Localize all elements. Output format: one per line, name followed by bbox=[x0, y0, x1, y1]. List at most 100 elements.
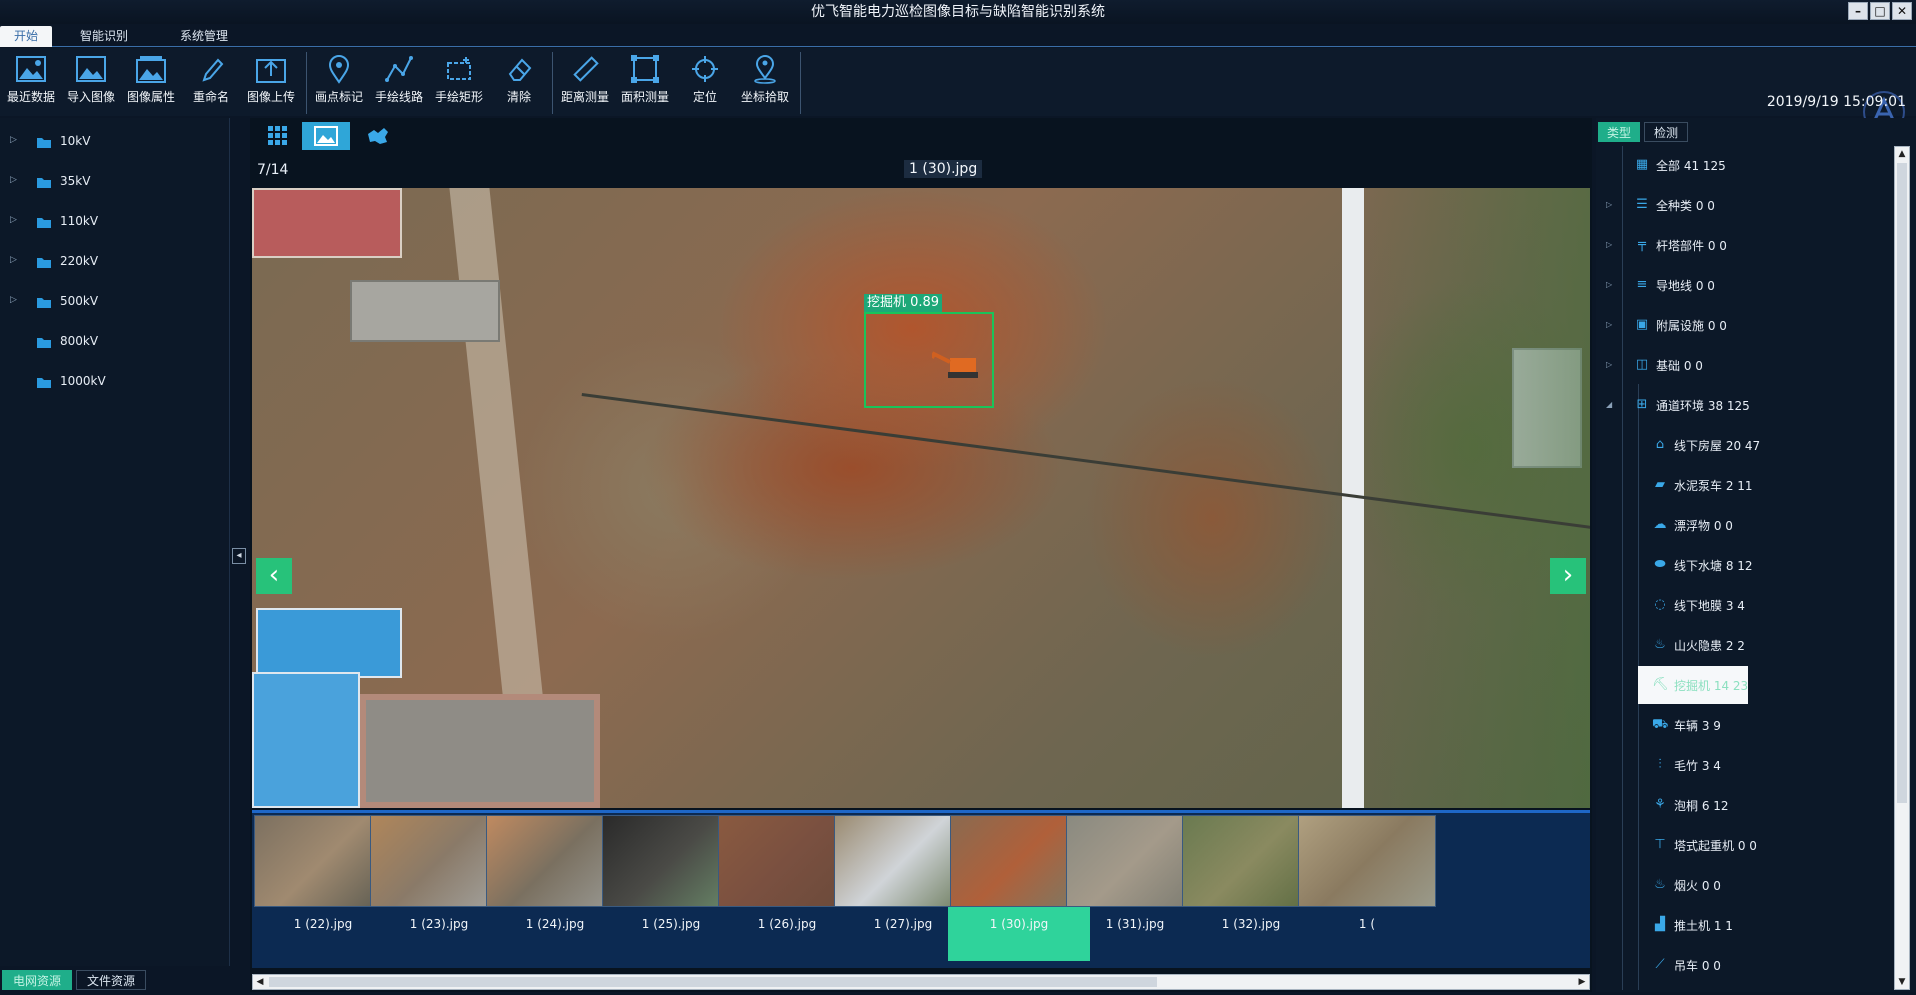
single-image-view-button[interactable] bbox=[302, 122, 350, 150]
category-item[interactable]: ⬬ 线下水塘 8 12 bbox=[1596, 546, 1896, 584]
next-image-button[interactable]: › bbox=[1550, 558, 1586, 594]
category-label: 毛竹 3 4 bbox=[1674, 759, 1721, 773]
scroll-up-arrow[interactable]: ▲ bbox=[1895, 147, 1909, 161]
image-upload-button[interactable]: 图像上传 bbox=[242, 52, 300, 112]
tree-item-10kv[interactable]: ▷ 10kV bbox=[0, 122, 220, 162]
scroll-left-arrow[interactable]: ◀ bbox=[253, 975, 267, 989]
expand-arrow-icon[interactable]: ▷ bbox=[10, 135, 17, 145]
category-item[interactable]: ☁ 漂浮物 0 0 bbox=[1596, 506, 1896, 544]
category-item[interactable]: ⛏ 挖掘机 14 23 bbox=[1596, 666, 1896, 704]
expand-arrow-icon[interactable]: ▷ bbox=[10, 175, 17, 185]
tree-item-label: 1000kV bbox=[60, 374, 106, 388]
scrollbar-thumb[interactable] bbox=[269, 977, 1157, 987]
category-item[interactable]: ⌂ 线下房屋 20 47 bbox=[1596, 426, 1896, 464]
coordinate-pick-button[interactable]: 坐标拾取 bbox=[736, 52, 794, 112]
thumbnail-scrollbar[interactable]: ◀ ▶ bbox=[252, 974, 1590, 990]
image-icon bbox=[314, 126, 338, 146]
minimize-button[interactable]: – bbox=[1848, 2, 1868, 20]
scrollbar-thumb[interactable] bbox=[1897, 163, 1907, 803]
scroll-right-arrow[interactable]: ▶ bbox=[1575, 975, 1589, 989]
category-scrollbar[interactable]: ▲ ▼ bbox=[1894, 146, 1910, 990]
category-label: 线下房屋 20 47 bbox=[1674, 439, 1761, 453]
category-label: 杆塔部件 0 0 bbox=[1656, 239, 1727, 253]
tree-item-label: 110kV bbox=[60, 214, 99, 228]
tab-detect[interactable]: 检测 bbox=[1644, 122, 1688, 142]
category-label: 烟火 0 0 bbox=[1674, 879, 1721, 893]
tree-item-800kv[interactable]: 800kV bbox=[0, 322, 220, 362]
inspection-photo[interactable]: 挖掘机 0.89 ‹ › bbox=[252, 188, 1590, 808]
tab-type[interactable]: 类型 bbox=[1598, 122, 1640, 142]
tree-item-500kv[interactable]: ▷ 500kV bbox=[0, 282, 220, 322]
category-item[interactable]: ▷ ▣ 附属设施 0 0 bbox=[1596, 306, 1896, 344]
image-properties-button[interactable]: 图像属性 bbox=[122, 52, 180, 112]
tab-grid-resources[interactable]: 电网资源 bbox=[2, 970, 72, 990]
category-item[interactable]: ⊤ 塔式起重机 0 0 bbox=[1596, 826, 1896, 864]
category-item[interactable]: ⚘ 泡桐 6 12 bbox=[1596, 786, 1896, 824]
category-item[interactable]: ▷ ☰ 全种类 0 0 bbox=[1596, 186, 1896, 224]
distance-measure-button[interactable]: 距离测量 bbox=[556, 52, 614, 112]
expand-arrow-icon[interactable]: ▷ bbox=[10, 255, 17, 265]
prev-image-button[interactable]: ‹ bbox=[256, 558, 292, 594]
category-item[interactable]: ▟ 推土机 1 1 bbox=[1596, 906, 1896, 944]
expand-arrow-icon[interactable]: ◢ bbox=[1606, 400, 1612, 409]
expand-arrow-icon[interactable]: ▷ bbox=[1606, 240, 1612, 249]
tree-item-label: 500kV bbox=[60, 294, 99, 308]
draw-rect-button[interactable]: 手绘矩形 bbox=[430, 52, 488, 112]
collapse-panel-button[interactable]: ◂ bbox=[232, 548, 246, 564]
rename-button[interactable]: 重命名 bbox=[182, 52, 240, 112]
maximize-button[interactable]: □ bbox=[1870, 2, 1890, 20]
tree-item-1000kv[interactable]: 1000kV bbox=[0, 362, 220, 402]
expand-arrow-icon[interactable]: ▷ bbox=[1606, 360, 1612, 369]
category-item[interactable]: ▷ ≡ 导地线 0 0 bbox=[1596, 266, 1896, 304]
category-label: 吊车 0 0 bbox=[1674, 959, 1721, 973]
category-item[interactable]: ♨ 烟火 0 0 bbox=[1596, 866, 1896, 904]
expand-arrow-icon[interactable]: ▷ bbox=[10, 215, 17, 225]
menu-tab-recognition[interactable]: 智能识别 bbox=[64, 26, 144, 47]
category-item[interactable]: ⛟ 车辆 3 9 bbox=[1596, 706, 1896, 744]
tree-item-35kv[interactable]: ▷ 35kV bbox=[0, 162, 220, 202]
category-item[interactable]: ▦ 全部 41 125 bbox=[1596, 146, 1896, 184]
category-label: 漂浮物 0 0 bbox=[1674, 519, 1733, 533]
category-label: 线下地膜 3 4 bbox=[1674, 599, 1745, 613]
category-item[interactable]: ◢ ⊞ 通道环境 38 125 bbox=[1596, 386, 1896, 424]
tree-item-110kv[interactable]: ▷ 110kV bbox=[0, 202, 220, 242]
rectangle-icon bbox=[447, 57, 471, 80]
category-item[interactable]: ⟋ 吊车 0 0 bbox=[1596, 946, 1896, 984]
category-item[interactable]: ▷ ╤ 杆塔部件 0 0 bbox=[1596, 226, 1896, 264]
recent-data-button[interactable]: 最近数据 bbox=[2, 52, 60, 112]
area-measure-button[interactable]: 面积测量 bbox=[616, 52, 674, 112]
detection-box[interactable] bbox=[864, 312, 994, 408]
grid-view-button[interactable] bbox=[254, 122, 302, 150]
menu-tab-start[interactable]: 开始 bbox=[0, 26, 52, 47]
category-item[interactable]: ▰ 水泥泵车 2 11 bbox=[1596, 466, 1896, 504]
expand-arrow-icon[interactable]: ▷ bbox=[1606, 200, 1612, 209]
image-properties-icon bbox=[136, 56, 166, 83]
draw-line-button[interactable]: 手绘线路 bbox=[370, 52, 428, 112]
fire-icon: ♨ bbox=[1654, 637, 1666, 652]
thumbnail-image bbox=[1298, 815, 1436, 907]
expand-arrow-icon[interactable]: ▷ bbox=[1606, 280, 1612, 289]
category-label: 塔式起重机 0 0 bbox=[1674, 839, 1757, 853]
menu-tab-system[interactable]: 系统管理 bbox=[164, 26, 244, 47]
tower-icon: ╤ bbox=[1638, 237, 1646, 252]
category-label: 全种类 0 0 bbox=[1656, 199, 1715, 213]
locate-button[interactable]: 定位 bbox=[676, 52, 734, 112]
scroll-down-arrow[interactable]: ▼ bbox=[1895, 975, 1909, 989]
category-item[interactable]: ▷ ◫ 基础 0 0 bbox=[1596, 346, 1896, 384]
expand-arrow-icon[interactable]: ▷ bbox=[10, 295, 17, 305]
expand-arrow-icon[interactable]: ▷ bbox=[1606, 320, 1612, 329]
tab-file-resources[interactable]: 文件资源 bbox=[76, 970, 146, 990]
tree-area bbox=[1364, 188, 1590, 808]
point-mark-button[interactable]: 画点标记 bbox=[310, 52, 368, 112]
close-button[interactable]: ✕ bbox=[1892, 2, 1912, 20]
clear-button[interactable]: 清除 bbox=[490, 52, 548, 112]
map-view-button[interactable] bbox=[354, 122, 402, 150]
thumbnail-strip: 1 (22).jpg 1 (23).jpg 1 (24).jpg 1 (25).jpg… bbox=[252, 810, 1590, 968]
import-image-button[interactable]: 导入图像 bbox=[62, 52, 120, 112]
category-item[interactable]: ◌ 线下地膜 3 4 bbox=[1596, 586, 1896, 624]
category-item[interactable]: ⫶ 毛竹 3 4 bbox=[1596, 746, 1896, 784]
tree-item-220kv[interactable]: ▷ 220kV bbox=[0, 242, 220, 282]
category-item[interactable]: ♨ 山火隐患 2 2 bbox=[1596, 626, 1896, 664]
thumbnail-item[interactable]: 1 ( bbox=[1296, 813, 1438, 968]
category-label: 线下水塘 8 12 bbox=[1674, 559, 1753, 573]
